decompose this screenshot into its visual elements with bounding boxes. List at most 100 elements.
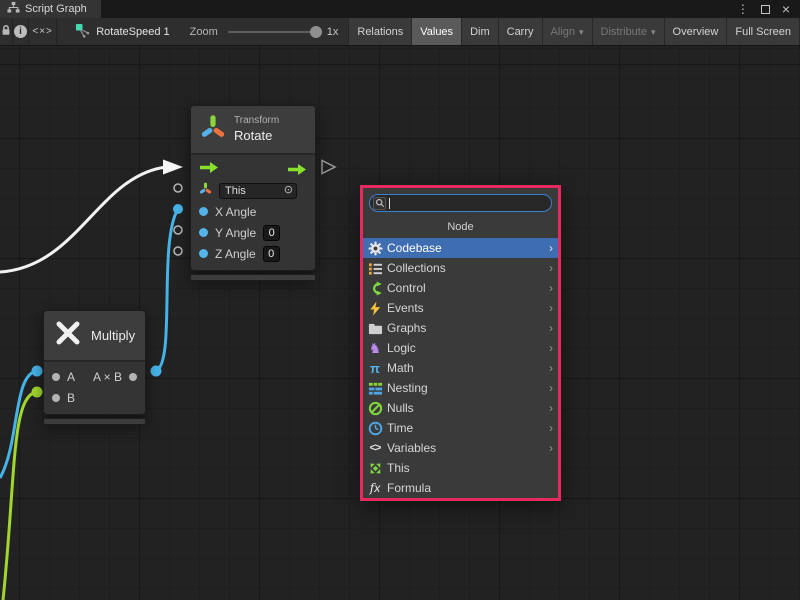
lock-icon bbox=[0, 24, 12, 40]
finder-item-events[interactable]: Events › bbox=[363, 298, 558, 318]
finder-item-graphs[interactable]: Graphs › bbox=[363, 318, 558, 338]
chevron-right-icon: › bbox=[549, 401, 553, 415]
value-port-row-x-angle: X Angle bbox=[191, 201, 315, 222]
float-port-icon[interactable] bbox=[199, 228, 208, 237]
chevron-right-icon: › bbox=[549, 421, 553, 435]
zoom-slider[interactable] bbox=[228, 31, 320, 33]
fuzzy-finder-panel: Node Codebase › Collections › bbox=[360, 185, 561, 501]
yangle-input-port[interactable] bbox=[174, 226, 182, 234]
code-view-button[interactable]: <×> bbox=[29, 18, 57, 45]
transform-mini-icon bbox=[199, 182, 212, 200]
float-port-icon[interactable] bbox=[199, 249, 208, 258]
zoom-value: 1x bbox=[327, 26, 339, 38]
node-footer bbox=[190, 274, 316, 281]
control-output-triangle[interactable] bbox=[322, 161, 335, 174]
this-field-value: This bbox=[225, 185, 246, 197]
info-icon: i bbox=[14, 25, 27, 38]
node-header: Multiply bbox=[44, 311, 145, 362]
node-title: Multiply bbox=[91, 328, 135, 343]
input-b-port-icon[interactable] bbox=[52, 394, 60, 402]
toolbar-button-relations[interactable]: Relations bbox=[348, 18, 411, 46]
math-icon: π bbox=[367, 360, 383, 376]
chevron-right-icon: › bbox=[549, 281, 553, 295]
finder-item-logic[interactable]: ♞ Logic › bbox=[363, 338, 558, 358]
control-icon bbox=[367, 280, 383, 296]
control-flow-row bbox=[191, 159, 315, 180]
value-input[interactable]: 0 bbox=[263, 246, 280, 262]
flow-in-arrow-icon[interactable] bbox=[199, 161, 219, 179]
finder-item-math[interactable]: π Math › bbox=[363, 358, 558, 378]
value-port-row-z-angle: Z Angle 0 bbox=[191, 243, 315, 264]
value-input[interactable]: 0 bbox=[263, 225, 280, 241]
search-icon bbox=[373, 197, 386, 210]
chevron-right-icon: › bbox=[549, 341, 553, 355]
zangle-input-port[interactable] bbox=[174, 247, 182, 255]
multiply-row-b: B bbox=[44, 387, 145, 408]
finder-search-input[interactable] bbox=[390, 197, 551, 209]
finder-item-nulls[interactable]: Nulls › bbox=[363, 398, 558, 418]
info-button[interactable]: i bbox=[13, 18, 29, 45]
lock-button[interactable] bbox=[0, 18, 13, 45]
multiply-b-input-port[interactable] bbox=[32, 387, 43, 398]
multiply-node[interactable]: Multiply A A × B B bbox=[43, 310, 146, 425]
toolbar-button-carry[interactable]: Carry bbox=[498, 18, 542, 46]
graph-reference[interactable]: RotateSpeed 1 bbox=[75, 18, 169, 45]
multiply-output-wire-dot[interactable] bbox=[151, 366, 162, 377]
finder-item-control[interactable]: Control › bbox=[363, 278, 558, 298]
node-category: Transform bbox=[234, 115, 279, 128]
this-icon bbox=[367, 460, 383, 476]
toolbar-button-dim[interactable]: Dim bbox=[461, 18, 498, 46]
wire-control-input bbox=[0, 167, 166, 272]
transform-rotate-node[interactable]: Transform Rotate bbox=[190, 105, 316, 281]
finder-item-time[interactable]: Time › bbox=[363, 418, 558, 438]
finder-item-this[interactable]: This bbox=[363, 458, 558, 478]
multiply-a-input-port[interactable] bbox=[32, 366, 43, 377]
graph-canvas[interactable]: Transform Rotate bbox=[0, 46, 800, 600]
chevron-right-icon: › bbox=[549, 441, 553, 455]
graph-toolbar: i <×> RotateSpeed 1 Zoom 1x Relations bbox=[0, 18, 800, 46]
object-picker-icon[interactable]: ⊙ bbox=[284, 185, 293, 196]
finder-item-formula[interactable]: fx Formula bbox=[363, 478, 558, 498]
output-label: A × B bbox=[93, 370, 122, 384]
dropdown-caret-icon: ▾ bbox=[651, 27, 656, 38]
chevron-right-icon: › bbox=[549, 321, 553, 335]
window-close-button[interactable]: × bbox=[782, 1, 790, 17]
finder-search-row bbox=[363, 188, 558, 215]
multiply-icon bbox=[53, 318, 83, 353]
input-a-port-icon[interactable] bbox=[52, 373, 60, 381]
output-port-icon[interactable] bbox=[129, 373, 137, 381]
window-menu-button[interactable]: ⋮ bbox=[737, 2, 749, 16]
window-controls: ⋮ × bbox=[737, 0, 800, 18]
finder-item-codebase[interactable]: Codebase › bbox=[363, 238, 558, 258]
toolbar-button-align[interactable]: Align ▾ bbox=[542, 18, 592, 46]
graph-hierarchy-icon bbox=[7, 1, 20, 17]
wire-into-multiply-b bbox=[3, 392, 37, 600]
events-icon bbox=[367, 300, 383, 316]
nulls-icon bbox=[367, 400, 383, 416]
toolbar-button-full-screen[interactable]: Full Screen bbox=[726, 18, 800, 46]
finder-header: Node bbox=[363, 215, 558, 238]
script-graph-window: Script Graph ⋮ × i <×> RotateSpeed 1 Zoo… bbox=[0, 0, 800, 600]
tab-script-graph[interactable]: Script Graph bbox=[0, 0, 101, 18]
window-maximize-button[interactable] bbox=[761, 5, 770, 14]
finder-item-collections[interactable]: Collections › bbox=[363, 258, 558, 278]
float-port-icon[interactable] bbox=[199, 207, 208, 216]
toolbar-button-values[interactable]: Values bbox=[411, 18, 461, 46]
zoom-control: Zoom 1x bbox=[190, 18, 339, 45]
finder-search-box[interactable] bbox=[369, 194, 552, 212]
toolbar-button-distribute[interactable]: Distribute ▾ bbox=[592, 18, 664, 46]
value-port-rows: X Angle Y Angle 0 bbox=[191, 201, 315, 264]
this-object-field[interactable]: This ⊙ bbox=[219, 183, 297, 199]
finder-item-variables[interactable]: <> Variables › bbox=[363, 438, 558, 458]
graph-reference-label: RotateSpeed 1 bbox=[96, 26, 169, 38]
flow-out-arrow-icon[interactable] bbox=[287, 163, 307, 176]
finder-list: Codebase › Collections › Control › bbox=[363, 238, 558, 498]
multiply-row-a: A A × B bbox=[44, 366, 145, 387]
xangle-input-port[interactable] bbox=[173, 204, 183, 214]
control-input-arrow[interactable] bbox=[163, 160, 183, 175]
script-graph-asset-icon bbox=[75, 23, 90, 41]
toolbar-button-overview[interactable]: Overview bbox=[664, 18, 727, 46]
this-input-port[interactable] bbox=[174, 184, 182, 192]
zoom-slider-handle[interactable] bbox=[310, 26, 322, 38]
finder-item-nesting[interactable]: Nesting › bbox=[363, 378, 558, 398]
